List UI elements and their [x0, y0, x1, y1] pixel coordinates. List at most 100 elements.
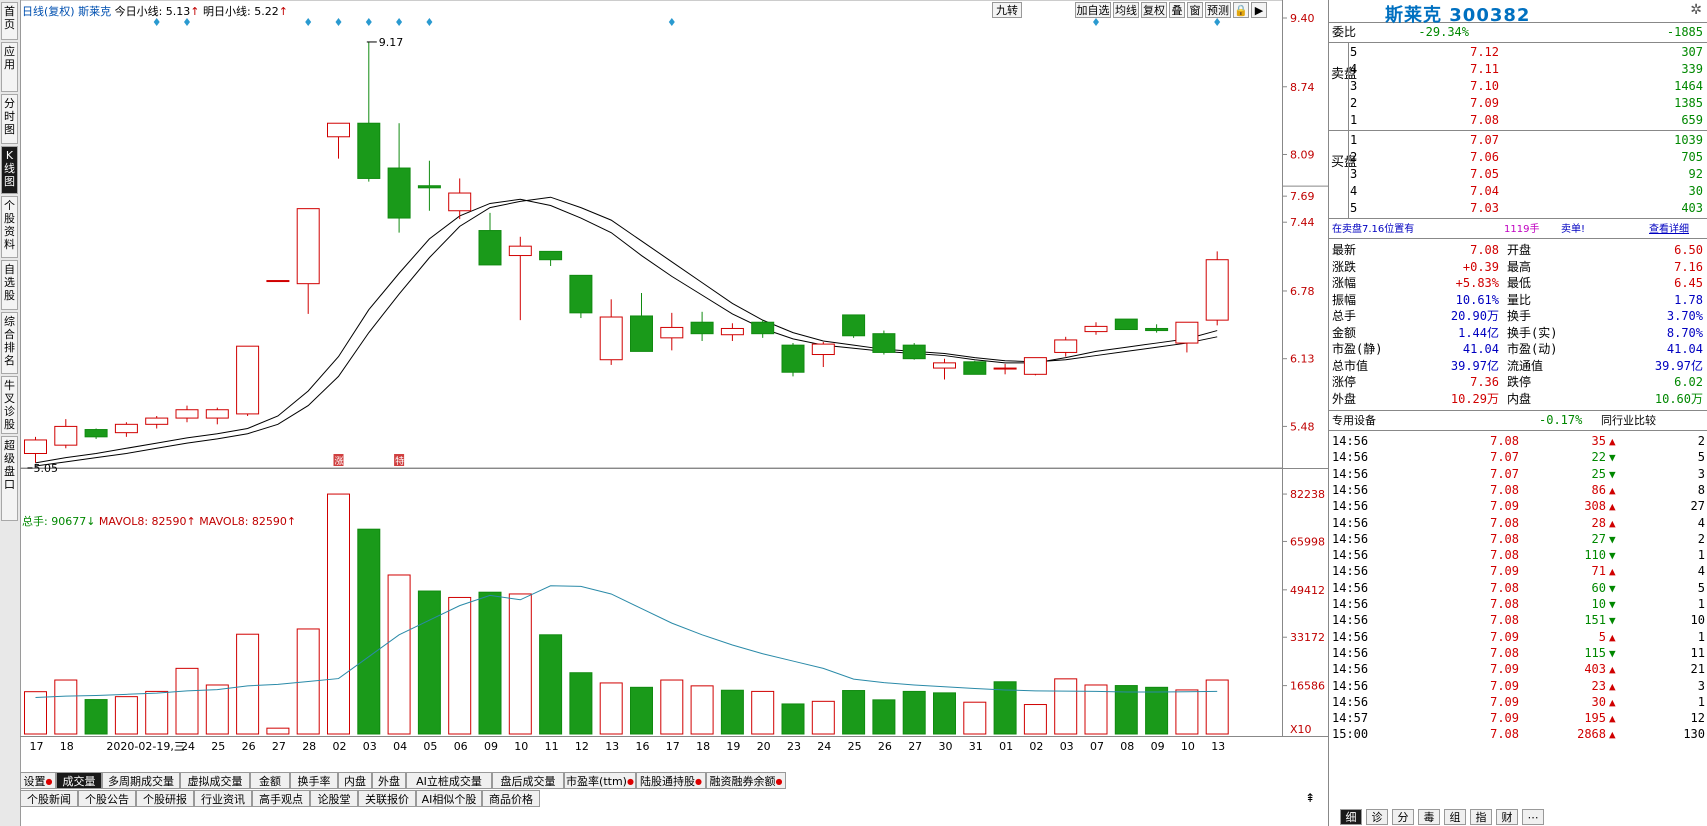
- panel-tab-0[interactable]: 细: [1340, 809, 1362, 825]
- panel-tab-4[interactable]: 组: [1444, 809, 1466, 825]
- panel-tab-6[interactable]: 财: [1496, 809, 1518, 825]
- toolbar-button-5[interactable]: 预测: [1205, 2, 1231, 18]
- volume-bar: [1084, 684, 1108, 735]
- volume-bar: [963, 701, 987, 735]
- sidebar-tab-3[interactable]: K线图: [1, 146, 18, 194]
- news_tabs-2[interactable]: 个股研报: [136, 790, 194, 807]
- candle-body: [1175, 321, 1199, 344]
- indicator_tabs-12[interactable]: 融资融券余额●: [706, 772, 786, 789]
- price-tick-label: 9.40: [1290, 12, 1315, 25]
- candle-body: [751, 321, 775, 335]
- sell-price: 7.12: [1470, 45, 1499, 59]
- volume-bar: [781, 703, 805, 735]
- gear-icon[interactable]: ✲: [1690, 2, 1702, 18]
- tick-row: 14:56 7.08 86 ▲ 8: [1329, 482, 1707, 499]
- industry-compare-button[interactable]: 同行业比较: [1601, 412, 1656, 429]
- indicator_tabs-10[interactable]: 市盈率(ttm)●: [564, 772, 636, 789]
- x-axis-label: 09: [1151, 740, 1165, 753]
- sidebar-tab-4[interactable]: 个股资料: [1, 196, 18, 258]
- news_tabs-6[interactable]: 关联报价: [358, 790, 416, 807]
- signal-diamond-icon: [1214, 18, 1221, 26]
- scroll-top-icon[interactable]: ⇞: [1305, 791, 1315, 805]
- kline-chart[interactable]: 9.40 8.74 8.09 7.69 7.44 6.78 6.13 5.48 82238 659…: [20, 0, 1328, 808]
- quote-value-2: 3.70%: [1666, 309, 1703, 323]
- up-arrow-icon: ▲: [1609, 712, 1616, 726]
- divider: [1329, 430, 1707, 431]
- news_tabs-8[interactable]: 商品价格: [482, 790, 540, 807]
- indicator_tabs-9[interactable]: 盘后成交量: [492, 772, 564, 789]
- toolbar-button-6[interactable]: 🔒: [1233, 2, 1249, 18]
- candle-body: [993, 367, 1017, 370]
- chart-header: 日线(复权) 斯莱克 今日小线: 5.13↑ 明日小线: 5.22↑: [22, 3, 288, 19]
- level: 4: [1350, 184, 1358, 198]
- sidebar-tab-0[interactable]: 首页: [1, 2, 18, 40]
- volume-bar: [569, 672, 593, 735]
- toolbar-button-0[interactable]: 加自选: [1075, 2, 1111, 18]
- sidebar-tab-1[interactable]: 应用: [1, 42, 18, 92]
- indicator_tabs-11[interactable]: 陆股通持股●: [636, 772, 706, 789]
- sidebar-tab-6[interactable]: 综合排名: [1, 312, 18, 374]
- panel-tab-7[interactable]: ⋯: [1522, 809, 1544, 825]
- toolbar-button-4[interactable]: 窗: [1187, 2, 1203, 18]
- sell-side-label: 卖盘: [1331, 67, 1358, 82]
- tab-label: 市盈率(ttm): [566, 775, 627, 788]
- news_tabs-0[interactable]: 个股新闻: [20, 790, 78, 807]
- mavol-line: [35, 585, 1218, 699]
- indicator_tabs-7[interactable]: 外盘: [372, 772, 406, 789]
- indicator_tabs-4[interactable]: 金额: [250, 772, 290, 789]
- panel-tab-2[interactable]: 分: [1392, 809, 1414, 825]
- jiuzhuan-button[interactable]: 九转: [992, 2, 1022, 18]
- big-order-notice[interactable]: 在卖盘7.16位置有 1119手 卖单! 查看详细: [1329, 221, 1707, 238]
- toolbar-button-7[interactable]: ▶: [1251, 2, 1267, 18]
- period-label[interactable]: 日线(复权): [22, 5, 75, 18]
- indicator_tabs-3[interactable]: 虚拟成交量: [180, 772, 250, 789]
- notice-detail-link[interactable]: 查看详细: [1649, 221, 1689, 238]
- news_tabs-3[interactable]: 行业资讯: [194, 790, 252, 807]
- left-sidebar: 首页 应用分时图 K线图个股资料自选股综合排名牛叉诊股超级盘口: [0, 0, 21, 826]
- quote-row: 外盘 10.29万 内盘 10.60万: [1329, 391, 1707, 408]
- sidebar-tab-2[interactable]: 分时图: [1, 94, 18, 144]
- x-axis-label: 18: [696, 740, 710, 753]
- sidebar-tab-8[interactable]: 超级盘口: [1, 436, 18, 521]
- x-axis-label: 24: [181, 740, 195, 753]
- tab-label: 金额: [259, 775, 281, 788]
- quote-label-2: 市盈(动): [1507, 342, 1558, 356]
- quote-row: 金额 1.44亿 换手(实) 8.70%: [1329, 325, 1707, 342]
- divider: [1329, 238, 1707, 239]
- sidebar-tab-5[interactable]: 自选股: [1, 260, 18, 310]
- quote-label-2: 换手: [1507, 309, 1532, 323]
- quote-row: 最新 7.08 开盘 6.50: [1329, 242, 1707, 259]
- indicator_tabs-8[interactable]: AI立桩成交量: [406, 772, 492, 789]
- industry-name: 专用设备: [1332, 414, 1376, 427]
- panel-tab-3[interactable]: 毒: [1418, 809, 1440, 825]
- sidebar-tab-7[interactable]: 牛叉诊股: [1, 376, 18, 434]
- x-axis-label: 25: [848, 740, 862, 753]
- news_tabs-5[interactable]: 论股堂: [310, 790, 358, 807]
- indicator_tabs-2[interactable]: 多周期成交量: [102, 772, 180, 789]
- tick-volume: 27: [1591, 531, 1606, 546]
- tick-row: 14:56 7.09 30 ▲ 1: [1329, 694, 1707, 711]
- signal-diamond-icon: [426, 18, 433, 26]
- indicator_tabs-0[interactable]: 设置●: [20, 772, 56, 789]
- quote-value: 10.61%: [1455, 292, 1499, 307]
- tick-time: 14:56: [1332, 662, 1369, 677]
- sell-volume: 659: [1681, 113, 1703, 127]
- tick-row: 14:56 7.08 151 ▼ 10: [1329, 612, 1707, 629]
- panel-tab-5[interactable]: 指: [1470, 809, 1492, 825]
- toolbar-button-2[interactable]: 复权: [1141, 2, 1167, 18]
- indicator_tabs-6[interactable]: 内盘: [338, 772, 372, 789]
- news_tabs-1[interactable]: 个股公告: [78, 790, 136, 807]
- x-axis-label: 16: [636, 740, 650, 753]
- indicator_tabs-1[interactable]: 成交量: [56, 772, 102, 789]
- news_tabs-7[interactable]: AI相似个股: [416, 790, 482, 807]
- toolbar-button-1[interactable]: 均线: [1113, 2, 1139, 18]
- tab-label: 内盘: [344, 775, 366, 788]
- tick-count: 130: [1683, 727, 1705, 742]
- toolbar-button-3[interactable]: 叠: [1169, 2, 1185, 18]
- quote-label-2: 最高: [1507, 259, 1532, 274]
- candle-body: [1084, 325, 1108, 333]
- indicator_tabs-5[interactable]: 换手率: [290, 772, 338, 789]
- up-arrow-icon: ↑: [286, 515, 297, 528]
- panel-tab-1[interactable]: 诊: [1366, 809, 1388, 825]
- news_tabs-4[interactable]: 高手观点: [252, 790, 310, 807]
